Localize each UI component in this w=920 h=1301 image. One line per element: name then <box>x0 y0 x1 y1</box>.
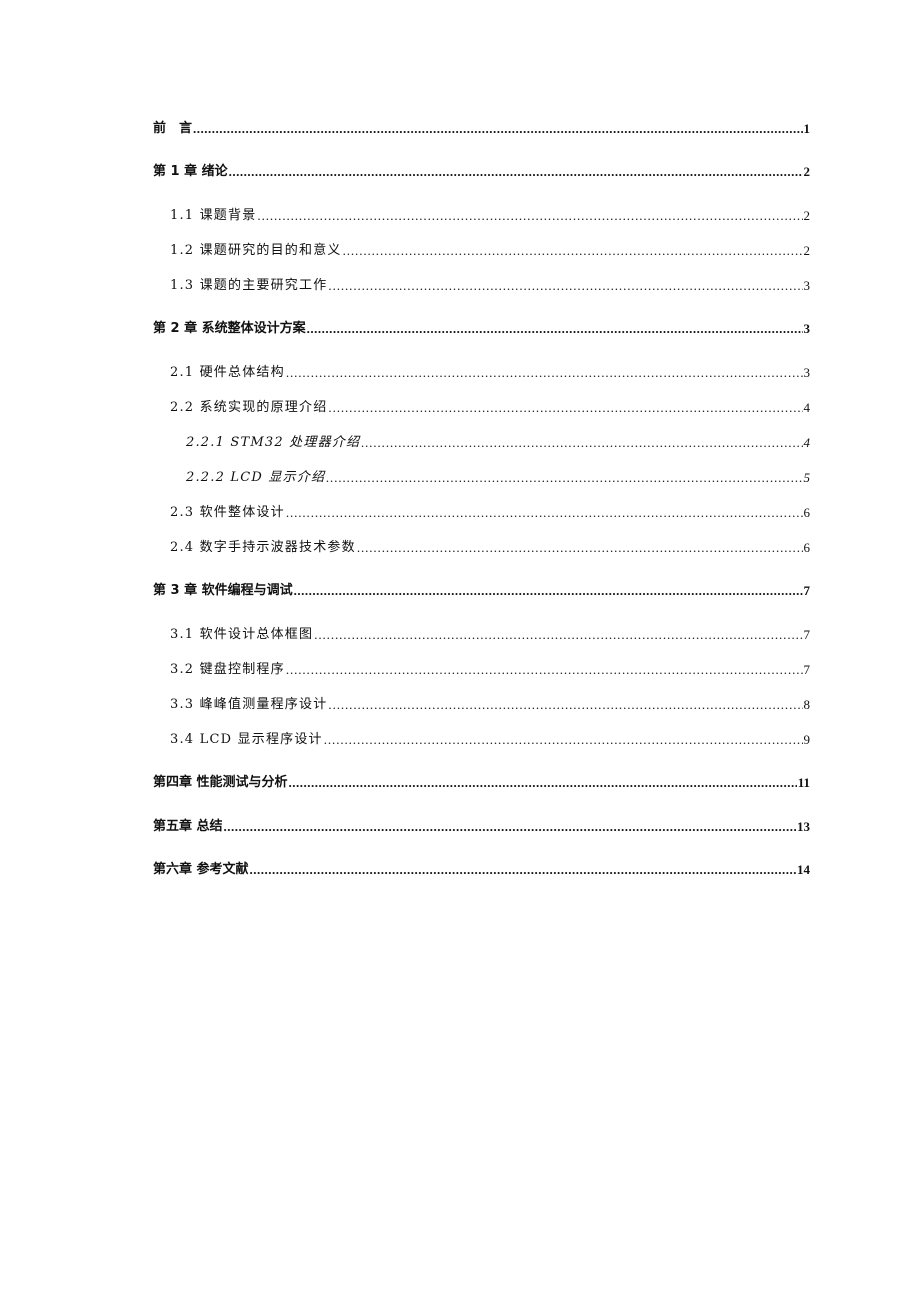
dot-leader <box>250 860 796 880</box>
toc-entry-chapter-1[interactable]: 第 1 章 绪论 2 <box>153 162 810 182</box>
toc-entry-chapter-5[interactable]: 第五章 总结 13 <box>153 817 810 837</box>
toc-entry-chapter-3[interactable]: 第 3 章 软件编程与调试 7 <box>153 581 810 601</box>
toc-entry-page: 7 <box>803 583 811 598</box>
dot-leader <box>294 581 803 601</box>
toc-entry-3-3[interactable]: 3.3 峰峰值测量程序设计 8 <box>153 695 810 715</box>
dot-leader <box>286 363 803 383</box>
dot-leader <box>224 817 796 837</box>
toc-entry-title: 第四章 性能测试与分析 <box>153 775 288 790</box>
toc-entry-page: 3 <box>803 365 811 380</box>
toc-entry-3-4[interactable]: 3.4 LCD 显示程序设计 9 <box>153 730 810 750</box>
toc-entry-title: 3.3 峰峰值测量程序设计 <box>170 697 328 712</box>
dot-leader <box>328 276 802 296</box>
toc-entry-title: 1.1 课题背景 <box>170 208 257 223</box>
toc-entry-page: 2 <box>803 208 811 223</box>
dot-leader <box>326 468 802 488</box>
toc-entry-page: 4 <box>803 435 811 450</box>
toc-entry-title: 2.2.2 LCD 显示介绍 <box>186 470 326 485</box>
dot-leader <box>257 206 802 226</box>
toc-entry-title: 3.2 键盘控制程序 <box>170 662 285 677</box>
toc-entry-2-2-2[interactable]: 2.2.2 LCD 显示介绍 5 <box>153 468 810 488</box>
dot-leader <box>193 119 802 139</box>
toc-entry-page: 6 <box>803 540 811 555</box>
toc-entry-2-4[interactable]: 2.4 数字手持示波器技术参数 6 <box>153 538 810 558</box>
toc-entry-title: 1.2 课题研究的目的和意义 <box>170 243 342 258</box>
toc-entry-page: 5 <box>803 470 811 485</box>
toc-entry-title: 2.1 硬件总体结构 <box>170 365 285 380</box>
toc-entry-title: 2.3 软件整体设计 <box>170 505 285 520</box>
toc-entry-chapter-4[interactable]: 第四章 性能测试与分析 11 <box>153 773 810 793</box>
toc-entry-title: 第六章 参考文献 <box>153 862 249 877</box>
toc-entry-page: 6 <box>803 505 811 520</box>
dot-leader <box>324 730 803 750</box>
toc-entry-title: 第 3 章 软件编程与调试 <box>153 583 293 598</box>
toc-entry-3-2[interactable]: 3.2 键盘控制程序 7 <box>153 660 810 680</box>
toc-entry-page: 7 <box>803 662 811 677</box>
dot-leader <box>343 241 803 261</box>
dot-leader <box>289 773 797 793</box>
toc-entry-title: 前 言 <box>153 121 193 136</box>
dot-leader <box>286 503 803 523</box>
toc-entry-2-2-1[interactable]: 2.2.1 STM32 处理器介绍 4 <box>153 433 810 453</box>
toc-entry-2-1[interactable]: 2.1 硬件总体结构 3 <box>153 363 810 383</box>
toc-entry-title: 第五章 总结 <box>153 819 223 834</box>
toc-entry-title: 1.3 课题的主要研究工作 <box>170 278 328 293</box>
toc-entry-title: 3.4 LCD 显示程序设计 <box>170 732 323 747</box>
dot-leader <box>229 162 803 182</box>
toc-entry-title: 2.4 数字手持示波器技术参数 <box>170 540 356 555</box>
toc-entry-1-2[interactable]: 1.2 课题研究的目的和意义 2 <box>153 241 810 261</box>
dot-leader <box>314 625 802 645</box>
toc-entry-page: 11 <box>797 775 810 790</box>
toc-entry-chapter-6[interactable]: 第六章 参考文献 14 <box>153 860 810 880</box>
toc-entry-title: 第 1 章 绪论 <box>153 164 228 179</box>
toc-entry-page: 1 <box>803 121 811 136</box>
toc-entry-page: 9 <box>803 732 811 747</box>
dot-leader <box>286 660 803 680</box>
toc-entry-title: 2.2.1 STM32 处理器介绍 <box>186 435 361 450</box>
toc-entry-page: 3 <box>803 278 811 293</box>
toc-entry-title: 3.1 软件设计总体框图 <box>170 627 314 642</box>
document-page: 前 言 1 第 1 章 绪论 2 1.1 课题背景 2 1.2 课题研究的目的和… <box>0 0 920 1301</box>
dot-leader <box>328 695 802 715</box>
toc-entry-page: 2 <box>803 164 811 179</box>
toc-entry-page: 7 <box>803 627 811 642</box>
dot-leader <box>307 319 803 339</box>
toc-entry-preface[interactable]: 前 言 1 <box>153 119 810 139</box>
toc-entry-chapter-2[interactable]: 第 2 章 系统整体设计方案 3 <box>153 319 810 339</box>
toc-entry-page: 14 <box>797 862 810 877</box>
dot-leader <box>328 398 802 418</box>
toc-entry-title: 2.2 系统实现的原理介绍 <box>170 400 328 415</box>
dot-leader <box>361 433 802 453</box>
toc-entry-page: 3 <box>803 321 811 336</box>
toc-entry-1-3[interactable]: 1.3 课题的主要研究工作 3 <box>153 276 810 296</box>
toc-entry-2-2[interactable]: 2.2 系统实现的原理介绍 4 <box>153 398 810 418</box>
toc-entry-title: 第 2 章 系统整体设计方案 <box>153 321 306 336</box>
toc-entry-2-3[interactable]: 2.3 软件整体设计 6 <box>153 503 810 523</box>
toc-entry-page: 4 <box>803 400 811 415</box>
dot-leader <box>357 538 803 558</box>
toc-entry-page: 8 <box>803 697 811 712</box>
toc-entry-1-1[interactable]: 1.1 课题背景 2 <box>153 206 810 226</box>
toc-entry-page: 2 <box>803 243 811 258</box>
toc-entry-page: 13 <box>797 819 810 834</box>
toc-entry-3-1[interactable]: 3.1 软件设计总体框图 7 <box>153 625 810 645</box>
